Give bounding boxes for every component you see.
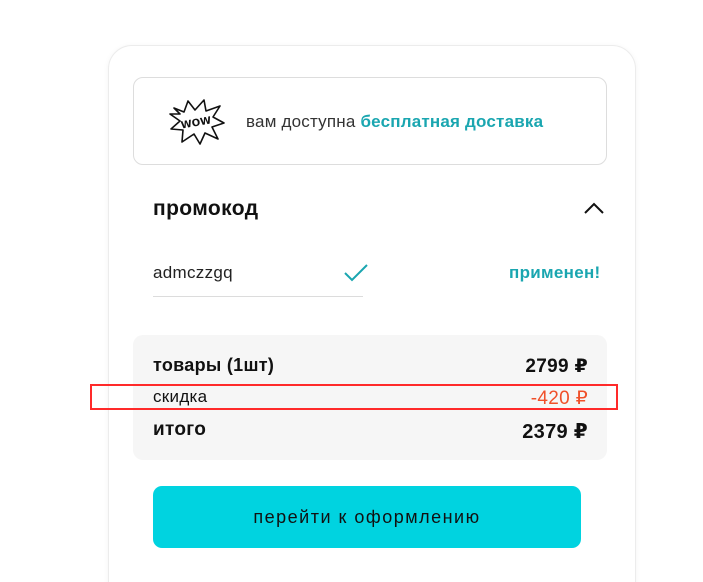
promo-applied-status: применен! [509, 263, 601, 282]
promo-code-field[interactable] [153, 255, 368, 297]
total-label: итого [153, 419, 207, 440]
goods-value: 2799 ₽ [525, 356, 588, 377]
goods-label: товары (1шт) [153, 355, 275, 375]
order-summary: товары (1шт) 2799 ₽ скидка -420 ₽ итого … [133, 335, 607, 460]
total-value: 2379 ₽ [522, 421, 588, 443]
page: WOW вам доступна бесплатная доставка про… [0, 0, 703, 582]
banner-text: вам доступна бесплатная доставка [246, 112, 543, 132]
summary-row-goods: товары (1шт) 2799 ₽ [153, 355, 588, 379]
summary-row-total: итого 2379 ₽ [153, 419, 588, 443]
promo-code-input[interactable] [153, 259, 333, 287]
free-delivery-highlight: бесплатная доставка [360, 112, 544, 131]
promo-title: промокод [153, 197, 259, 220]
discount-label: скидка [153, 387, 208, 406]
chevron-up-icon[interactable] [583, 201, 605, 215]
summary-row-discount: скидка -420 ₽ [153, 387, 588, 411]
discount-value: -420 ₽ [530, 388, 588, 409]
wow-sticker-icon: WOW [169, 99, 225, 145]
checkout-button[interactable]: перейти к оформлению [153, 486, 581, 548]
free-delivery-banner: WOW вам доступна бесплатная доставка [133, 77, 607, 165]
check-icon [344, 264, 368, 282]
banner-text-prefix: вам доступна [246, 112, 356, 131]
